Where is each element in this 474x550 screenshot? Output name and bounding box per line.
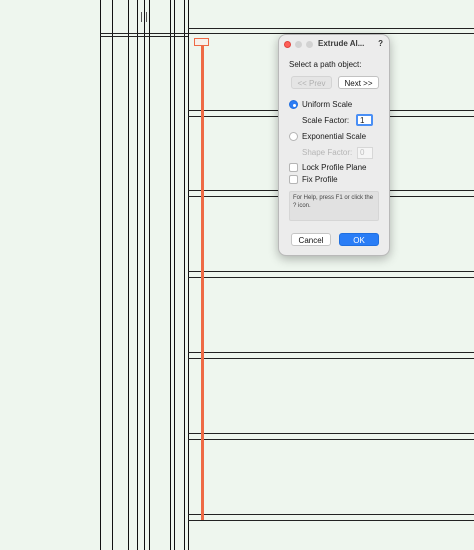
drawing-line	[188, 439, 474, 440]
extrude-along-path-dialog: Extrude Al... ? Select a path object: <<…	[278, 34, 390, 256]
drawing-line	[188, 28, 474, 29]
select-path-prompt: Select a path object:	[289, 60, 362, 69]
dialog-title: Extrude Al...	[318, 39, 365, 48]
drawing-line	[174, 0, 175, 550]
help-text-box: For Help, press F1 or click the ? icon.	[289, 191, 379, 221]
prev-button: << Prev	[291, 76, 332, 89]
lock-profile-plane-label: Lock Profile Plane	[302, 163, 367, 172]
next-button[interactable]: Next >>	[338, 76, 379, 89]
drawing-line	[149, 0, 150, 550]
drawing-line	[112, 0, 113, 550]
drawing-line	[184, 0, 185, 550]
drawing-line	[188, 352, 474, 353]
exponential-scale-label: Exponential Scale	[302, 132, 367, 141]
scale-factor-label: Scale Factor:	[302, 116, 350, 125]
fix-profile-label: Fix Profile	[302, 175, 338, 184]
fix-profile-checkbox[interactable]	[289, 175, 298, 184]
uniform-scale-label: Uniform Scale	[302, 100, 353, 109]
dimension-tick	[141, 12, 147, 22]
drawing-line	[188, 0, 189, 550]
drawing-line	[170, 0, 171, 550]
lock-profile-plane-checkbox[interactable]	[289, 163, 298, 172]
uniform-scale-radio[interactable]	[289, 100, 298, 109]
drawing-line	[188, 271, 474, 272]
shape-factor-input: 0	[357, 147, 373, 159]
drawing-line	[188, 520, 474, 521]
drawing-line	[144, 0, 145, 550]
ok-button[interactable]: OK	[339, 233, 379, 246]
path-endpoint-handle[interactable]	[194, 38, 209, 46]
drawing-line	[188, 277, 474, 278]
drawing-line	[100, 36, 188, 37]
drawing-line	[100, 0, 101, 550]
drawing-line	[188, 514, 474, 515]
selected-path-highlight[interactable]	[201, 44, 204, 520]
minimize-window-icon	[295, 41, 302, 48]
drawing-line	[137, 0, 138, 550]
shape-factor-label: Shape Factor:	[302, 148, 353, 157]
exponential-scale-radio[interactable]	[289, 132, 298, 141]
zoom-window-icon	[306, 41, 313, 48]
drawing-line	[188, 433, 474, 434]
scale-factor-input[interactable]: 1	[356, 114, 373, 126]
drawing-line	[188, 358, 474, 359]
close-window-icon[interactable]	[284, 41, 291, 48]
cancel-button[interactable]: Cancel	[291, 233, 331, 246]
dialog-titlebar[interactable]: Extrude Al... ?	[279, 35, 389, 54]
help-icon[interactable]: ?	[378, 39, 383, 48]
drawing-line	[128, 0, 129, 550]
drawing-canvas[interactable]	[0, 0, 474, 550]
